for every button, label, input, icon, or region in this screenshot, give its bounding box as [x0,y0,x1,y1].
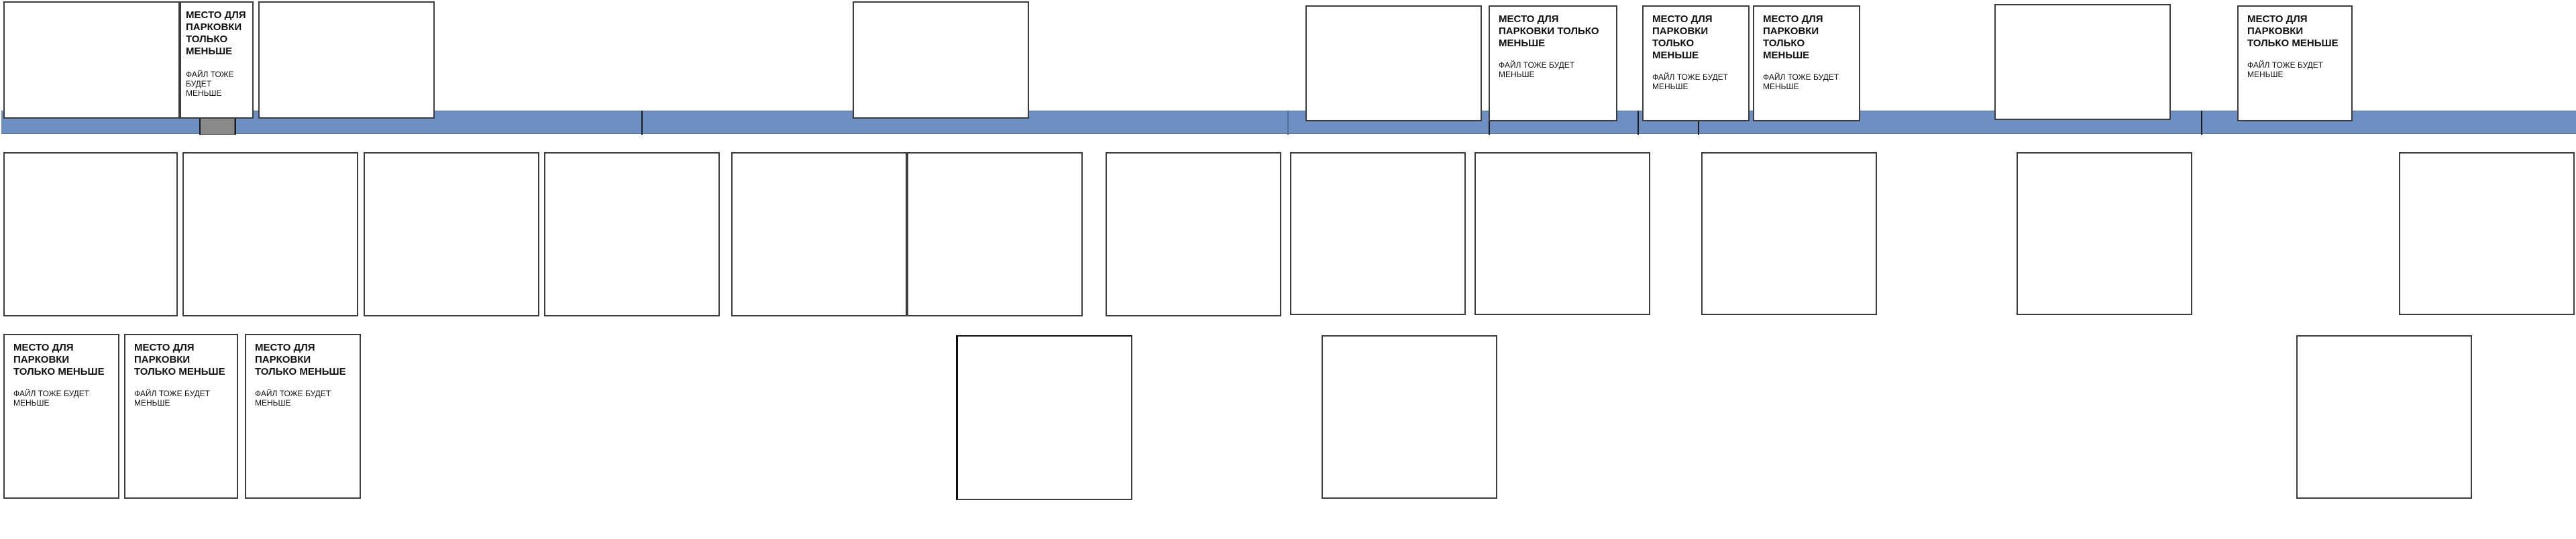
card-note: ФАЙЛ ТОЖЕ БУДЕТ МЕНЬШЕ [134,389,211,408]
parking-card: МЕСТО ДЛЯ ПАРКОВКИ ТОЛЬКО МЕНЬШЕ ФАЙЛ ТО… [1489,5,1617,121]
empty-frame [853,1,1029,119]
empty-frame [2017,152,2192,315]
empty-frame [258,1,435,119]
card-title: МЕСТО ДЛЯ ПАРКОВКИ ТОЛЬКО МЕНЬШЕ [186,9,246,57]
parking-card: МЕСТО ДЛЯ ПАРКОВКИ ТОЛЬКО МЕНЬШЕ ФАЙЛ ТО… [1642,5,1750,121]
empty-frame [544,152,720,316]
timeline-divider [641,111,643,135]
empty-frame [1290,152,1466,315]
parking-card: МЕСТО ДЛЯ ПАРКОВКИ ТОЛЬКО МЕНЬШЕ ФАЙЛ ТО… [2237,5,2353,121]
empty-frame [1474,152,1650,315]
empty-frame [1305,5,1482,121]
timeline-divider [1287,111,1289,135]
timeline-divider [235,117,236,135]
card-note: ФАЙЛ ТОЖЕ БУДЕТ МЕНЬШЕ [1499,60,1575,79]
empty-frame [3,1,180,119]
timeline-divider [1638,111,1639,135]
parking-card: МЕСТО ДЛЯ ПАРКОВКИ ТОЛЬКО МЕНЬШЕ ФАЙЛ ТО… [180,1,254,119]
empty-frame [731,152,907,316]
empty-frame [2296,335,2472,499]
card-note: ФАЙЛ ТОЖЕ БУДЕТ МЕНЬШЕ [255,389,331,408]
empty-frame [182,152,358,316]
empty-frame [1994,4,2171,120]
timeline-divider [2201,111,2202,135]
empty-frame [907,152,1083,316]
card-title: МЕСТО ДЛЯ ПАРКОВКИ ТОЛЬКО МЕНЬШЕ [1763,13,1823,61]
empty-frame [1322,335,1497,499]
empty-frame [3,152,178,316]
parking-card: МЕСТО ДЛЯ ПАРКОВКИ ТОЛЬКО МЕНЬШЕ ФАЙЛ ТО… [245,334,361,499]
parking-card: МЕСТО ДЛЯ ПАРКОВКИ ТОЛЬКО МЕНЬШЕ ФАЙЛ ТО… [1753,5,1860,121]
card-title: МЕСТО ДЛЯ ПАРКОВКИ ТОЛЬКО МЕНЬШЕ [1652,13,1713,61]
timeline-divider [199,117,201,135]
card-note: ФАЙЛ ТОЖЕ БУДЕТ МЕНЬШЕ [13,389,90,408]
card-title: МЕСТО ДЛЯ ПАРКОВКИ ТОЛЬКО МЕНЬШЕ [1499,13,1599,49]
empty-frame [1106,152,1281,316]
card-note: ФАЙЛ ТОЖЕ БУДЕТ МЕНЬШЕ [186,70,234,98]
card-title: МЕСТО ДЛЯ ПАРКОВКИ ТОЛЬКО МЕНЬШЕ [2247,13,2339,49]
card-note: ФАЙЛ ТОЖЕ БУДЕТ МЕНЬШЕ [1763,72,1839,91]
empty-frame [2399,152,2575,315]
card-title: МЕСТО ДЛЯ ПАРКОВКИ ТОЛЬКО МЕНЬШЕ [13,342,105,377]
empty-frame [1701,152,1877,315]
card-title: МЕСТО ДЛЯ ПАРКОВКИ ТОЛЬКО МЕНЬШЕ [134,342,225,377]
parking-card: МЕСТО ДЛЯ ПАРКОВКИ ТОЛЬКО МЕНЬШЕ ФАЙЛ ТО… [124,334,238,499]
card-title: МЕСТО ДЛЯ ПАРКОВКИ ТОЛЬКО МЕНЬШЕ [255,342,346,377]
position-marker[interactable] [200,117,235,135]
card-note: ФАЙЛ ТОЖЕ БУДЕТ МЕНЬШЕ [1652,72,1729,91]
parking-card: МЕСТО ДЛЯ ПАРКОВКИ ТОЛЬКО МЕНЬШЕ ФАЙЛ ТО… [3,334,119,499]
card-note: ФАЙЛ ТОЖЕ БУДЕТ МЕНЬШЕ [2247,60,2324,79]
empty-frame [364,152,539,316]
empty-frame [956,335,1132,500]
